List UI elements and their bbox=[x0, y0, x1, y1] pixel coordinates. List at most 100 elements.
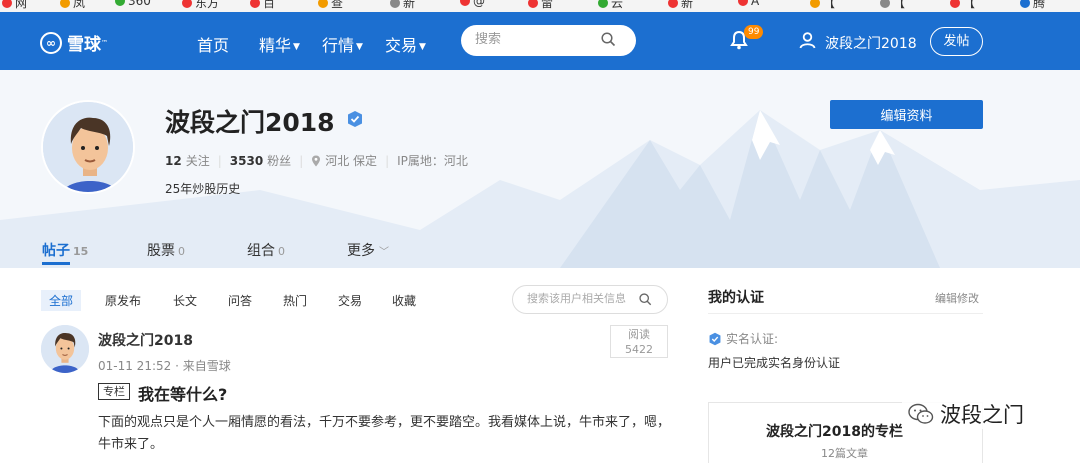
notification-badge: 99 bbox=[744, 25, 764, 39]
bookmark-item[interactable]: 查 bbox=[318, 0, 343, 11]
xueqiu-logo[interactable]: ∞ 雪球 ™ bbox=[40, 30, 108, 55]
bookmark-icon bbox=[738, 0, 748, 6]
user-search-input[interactable] bbox=[527, 292, 639, 305]
bookmark-icon bbox=[528, 0, 538, 8]
nav-market[interactable]: 行情 ▼ bbox=[322, 32, 363, 56]
nav-home[interactable]: 首页 bbox=[197, 32, 229, 56]
certification-label-text: 实名认证: bbox=[726, 332, 779, 346]
bookmark-item[interactable]: 东方 bbox=[182, 0, 219, 11]
read-label: 阅读 bbox=[628, 328, 650, 341]
tab-posts[interactable]: 帖子 15 bbox=[42, 240, 88, 260]
filter-all[interactable]: 全部 bbox=[41, 290, 82, 311]
tab-posts-count: 15 bbox=[73, 245, 89, 258]
column-tag: 专栏 bbox=[98, 383, 130, 400]
avatar-illustration bbox=[41, 325, 89, 373]
profile-location: 河北 保定 bbox=[325, 154, 378, 168]
read-count-box: 阅读 5422 bbox=[610, 325, 668, 358]
bookmark-item[interactable]: 腾 bbox=[1020, 0, 1045, 11]
post-body[interactable]: 下面的观点只是个人一厢情愿的看法，千万不要参考，更不要踏空。我看媒体上说，牛市来… bbox=[98, 412, 670, 456]
following-label[interactable]: 关注 bbox=[186, 152, 210, 169]
divider: | bbox=[385, 153, 390, 168]
filter-qa[interactable]: 问答 bbox=[220, 290, 260, 311]
profile-name: 波段之门2018 bbox=[165, 108, 335, 137]
tab-more[interactable]: 更多 ﹀ bbox=[347, 240, 389, 260]
tab-posts-label: 帖子 bbox=[42, 243, 70, 259]
nav-trade-label: 交易 bbox=[385, 36, 418, 55]
edit-profile-button[interactable]: 编辑资料 bbox=[830, 100, 983, 129]
certification-desc: 用户已完成实名身份认证 bbox=[708, 356, 841, 370]
filter-long-article[interactable]: 长文 bbox=[165, 290, 205, 311]
chevron-down-icon: ▼ bbox=[419, 41, 426, 52]
search-icon[interactable] bbox=[601, 32, 616, 47]
bookmark-item[interactable]: A bbox=[738, 0, 759, 8]
tab-stocks-count: 0 bbox=[178, 245, 185, 258]
bookmark-icon bbox=[2, 0, 12, 8]
bookmark-item[interactable]: 360 bbox=[115, 0, 151, 8]
post-button[interactable]: 发帖 bbox=[930, 27, 983, 56]
user-icon[interactable] bbox=[799, 32, 816, 49]
column-title[interactable]: 波段之门2018的专栏 bbox=[766, 421, 903, 441]
read-count: 5422 bbox=[625, 343, 653, 356]
divider: | bbox=[299, 153, 304, 168]
nav-market-label: 行情 bbox=[322, 36, 355, 55]
location-pin-icon bbox=[312, 155, 321, 166]
tab-stocks[interactable]: 股票 0 bbox=[147, 240, 185, 260]
bookmark-item[interactable]: 云 bbox=[598, 0, 623, 11]
bookmark-item[interactable]: 网 bbox=[2, 0, 27, 11]
logo-icon: ∞ bbox=[40, 31, 62, 54]
certification-title: 我的认证 bbox=[708, 290, 764, 306]
followers-label[interactable]: 粉丝 bbox=[267, 152, 291, 169]
post-author-avatar[interactable] bbox=[41, 325, 89, 373]
column-article-count: 12篇文章 bbox=[821, 447, 868, 460]
post-title[interactable]: 我在等什么? bbox=[138, 381, 227, 405]
post-author-name[interactable]: 波段之门2018 bbox=[98, 330, 193, 350]
bookmark-icon bbox=[950, 0, 960, 8]
bookmark-icon bbox=[810, 0, 820, 8]
filter-favorites[interactable]: 收藏 bbox=[384, 290, 424, 311]
active-tab-indicator bbox=[42, 262, 70, 265]
filter-original[interactable]: 原发布 bbox=[97, 290, 149, 311]
bookmark-item[interactable]: 新 bbox=[668, 0, 693, 11]
profile-avatar[interactable] bbox=[41, 100, 135, 194]
tab-portfolios[interactable]: 组合 0 bbox=[247, 240, 285, 260]
top-nav: ∞ 雪球™ 首页 精华▼ 行情▼ 交易▼ 99 波段之门2018 发帖 bbox=[0, 12, 1080, 70]
wechat-icon bbox=[908, 403, 934, 424]
bookmark-item[interactable]: 凤 bbox=[60, 0, 85, 11]
nav-trade[interactable]: 交易 ▼ bbox=[385, 32, 426, 56]
bookmark-item[interactable]: 新 bbox=[390, 0, 415, 11]
filter-trade[interactable]: 交易 bbox=[330, 290, 370, 311]
bookmark-icon bbox=[115, 0, 125, 6]
search-icon[interactable] bbox=[639, 293, 652, 306]
certification-edit-link[interactable]: 编辑修改 bbox=[935, 290, 979, 306]
bookmarks-bar: 网 凤 360 东方 百 查 新 @ 雷 云 新 A 【 【 【 腾 bbox=[0, 0, 1080, 12]
avatar-illustration bbox=[43, 102, 133, 192]
bookmark-item[interactable]: 百 bbox=[250, 0, 275, 11]
nav-username[interactable]: 波段之门2018 bbox=[825, 33, 917, 53]
bookmark-icon bbox=[60, 0, 70, 8]
nav-featured-label: 精华 bbox=[259, 36, 292, 55]
logo-text: 雪球 bbox=[67, 35, 101, 55]
verified-badge-icon bbox=[709, 332, 721, 345]
nav-featured[interactable]: 精华 ▼ bbox=[259, 32, 300, 56]
bookmark-item[interactable]: @ bbox=[460, 0, 485, 8]
bookmark-item[interactable]: 【 bbox=[950, 0, 975, 11]
chevron-down-icon: ▼ bbox=[293, 41, 300, 52]
search-input[interactable] bbox=[475, 32, 600, 47]
filter-hot[interactable]: 热门 bbox=[275, 290, 315, 311]
search-box bbox=[461, 25, 636, 56]
post-meta: 01-11 21:52 · 来自雪球 bbox=[98, 359, 231, 373]
bookmark-icon bbox=[182, 0, 192, 8]
profile-stats: 12 关注 | 3530 粉丝 | 河北 保定 | IP属地：河北 bbox=[165, 152, 468, 169]
bookmark-icon bbox=[668, 0, 678, 8]
bookmark-icon bbox=[390, 0, 400, 8]
bookmark-item[interactable]: 【 bbox=[810, 0, 835, 11]
bookmark-item[interactable]: 【 bbox=[880, 0, 905, 11]
watermark-text: 波段之门 bbox=[940, 403, 1024, 427]
bookmark-item[interactable]: 雷 bbox=[528, 0, 553, 11]
tab-portfolios-label: 组合 bbox=[247, 243, 275, 259]
tab-portfolios-count: 0 bbox=[278, 245, 285, 258]
tab-more-label: 更多 bbox=[347, 243, 375, 259]
following-count: 12 bbox=[165, 153, 182, 168]
divider: | bbox=[217, 153, 222, 168]
divider bbox=[708, 313, 983, 314]
